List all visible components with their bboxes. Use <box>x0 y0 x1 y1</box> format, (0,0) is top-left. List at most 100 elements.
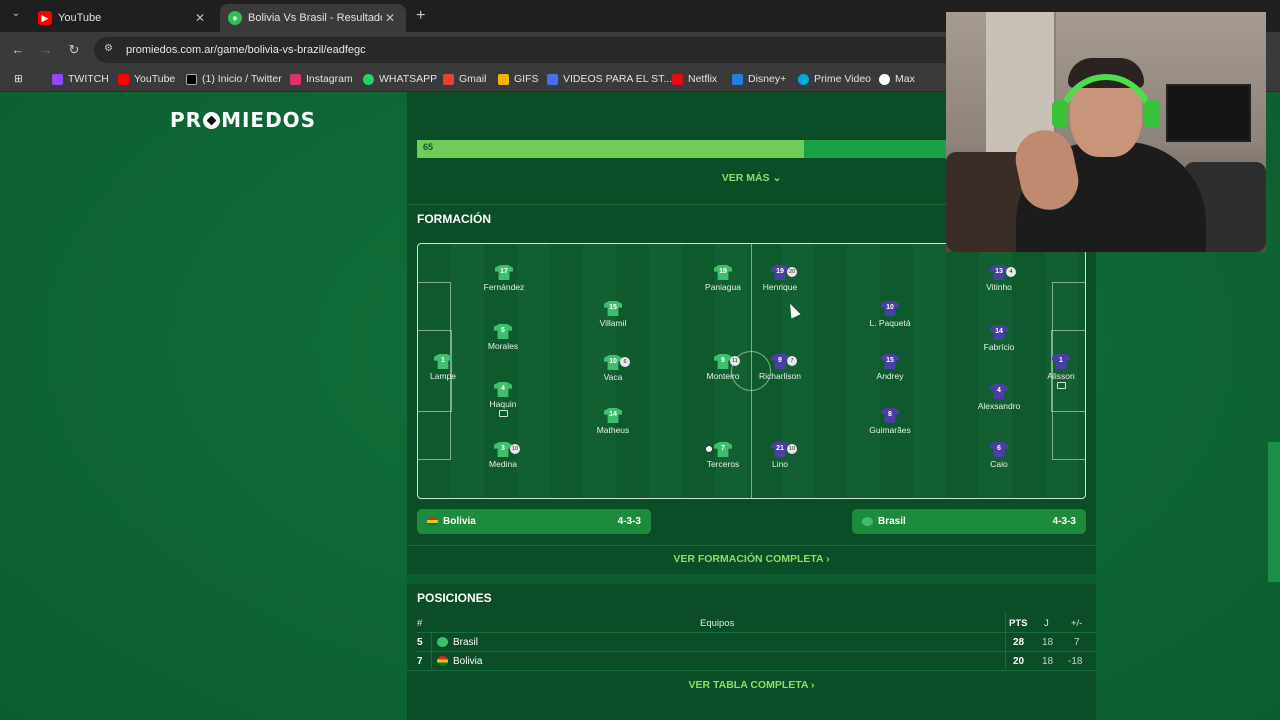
player-bolivia[interactable]: 19 Paniagua <box>693 265 753 292</box>
bookmark-max[interactable]: Max <box>879 73 915 85</box>
substitution-badge: 10 <box>510 444 520 454</box>
promiedos-icon: ● <box>228 11 242 25</box>
jersey-icon: 7 <box>714 442 732 457</box>
substitution-card-icon <box>1056 382 1066 389</box>
bookmark-label: GIFS <box>514 73 539 85</box>
ver-tabla-completa-link[interactable]: VER TABLA COMPLETA › <box>407 679 1096 691</box>
max-icon <box>879 73 890 85</box>
player-bolivia[interactable]: 15 Villamil <box>583 301 643 328</box>
promiedos-logo[interactable]: PR MIEDOS <box>170 108 316 132</box>
brasil-flag-icon <box>437 637 448 647</box>
player-name: Morales <box>487 341 519 351</box>
player-bolivia[interactable]: 5 Morales <box>473 324 533 351</box>
stat-bar-fill <box>417 140 805 158</box>
disney-icon <box>732 73 743 85</box>
bookmark-disney[interactable]: Disney+ <box>732 73 786 85</box>
tab-search-chevron-icon[interactable]: ⌄ <box>8 8 24 24</box>
prime-video-icon <box>798 73 809 85</box>
player-name: Vaca <box>603 372 623 382</box>
col-played: J <box>1044 618 1049 629</box>
ver-formacion-completa-link[interactable]: VER FORMACIÓN COMPLETA › <box>407 553 1096 565</box>
bolivia-formation-pill[interactable]: Bolivia 4-3-3 <box>417 509 651 534</box>
bookmark-label: Gmail <box>459 73 487 85</box>
apps-grid-icon[interactable]: ⊞ <box>14 73 23 85</box>
player-brasil[interactable]: 10 L. Paquetá <box>860 301 920 328</box>
player-name: Fernández <box>483 282 525 292</box>
substitution-badge: 4 <box>1006 267 1016 277</box>
bookmark-videos[interactable]: VIDEOS PARA EL ST... <box>547 73 672 85</box>
site-settings-icon[interactable]: ⚙ <box>104 43 113 54</box>
formation-value: 4-3-3 <box>1052 516 1076 527</box>
jersey-icon: 17 <box>495 265 513 280</box>
stat-bar-value: 65 <box>423 142 434 152</box>
player-name: Alexsandro <box>977 401 1021 411</box>
player-brasil[interactable]: 19 20 Henrique <box>750 265 810 292</box>
reload-icon[interactable]: ↻ <box>66 42 82 58</box>
table-row[interactable]: 5 Brasil 28 18 7 <box>417 632 1096 651</box>
player-name: Villamil <box>599 318 627 328</box>
bookmark-netflix[interactable]: Netflix <box>672 73 717 85</box>
player-brasil[interactable]: 14 Fabrício <box>969 325 1029 352</box>
bookmark-instagram[interactable]: Instagram <box>290 73 353 85</box>
player-name: Lampe <box>430 371 456 381</box>
player-brasil[interactable]: 21 10 Lino <box>750 442 810 469</box>
player-bolivia[interactable]: 7 Terceros <box>693 442 753 469</box>
substitution-badge: 11 <box>730 356 740 366</box>
player-brasil[interactable]: 9 7 Richarlison <box>750 354 810 381</box>
player-bolivia[interactable]: 10 6 Vaca <box>583 355 643 382</box>
player-name: Vitinho <box>986 282 1012 292</box>
new-tab-plus-icon[interactable]: + <box>416 7 425 25</box>
divider <box>407 670 1096 671</box>
scrollbar-thumb[interactable] <box>1268 442 1280 582</box>
bookmark-label: Netflix <box>688 73 718 85</box>
col-rank: # <box>417 618 423 629</box>
whatsapp-icon <box>363 73 374 85</box>
player-brasil[interactable]: 1 Alisson <box>1031 354 1085 389</box>
bolivia-flag-icon <box>437 656 448 666</box>
player-brasil[interactable]: 15 Andrey <box>860 354 920 381</box>
player-bolivia[interactable]: 9 11 Monteiro <box>693 354 753 381</box>
player-bolivia[interactable]: 17 Fernández <box>474 265 534 292</box>
positions-table-header: # Equipos PTS J +/- <box>417 614 1096 632</box>
player-brasil[interactable]: 13 4 Vitinho <box>969 265 1029 292</box>
twitch-icon <box>52 73 63 85</box>
player-brasil[interactable]: 8 Guimarães <box>860 408 920 435</box>
bookmark-gifs[interactable]: GIFS <box>498 73 539 85</box>
table-row[interactable]: 7 Bolivia 20 18 -18 <box>417 651 1096 670</box>
player-bolivia[interactable]: 1 Lampe <box>418 354 473 381</box>
bookmark-twitter[interactable]: (1) Inicio / Twitter <box>186 73 282 85</box>
tab-title: YouTube <box>58 12 102 24</box>
player-name: L. Paquetá <box>869 318 911 328</box>
divider <box>431 632 432 669</box>
brasil-formation-pill[interactable]: Brasil 4-3-3 <box>852 509 1086 534</box>
player-brasil[interactable]: 4 Alexsandro <box>969 384 1029 411</box>
player-name: Alisson <box>1047 371 1075 381</box>
player-name: Haquin <box>489 399 517 409</box>
row-played: 18 <box>1042 637 1054 648</box>
player-bolivia[interactable]: 4 Haquin <box>473 382 533 417</box>
brasil-flag-icon <box>862 517 873 526</box>
player-name: Andrey <box>876 371 904 381</box>
close-tab-icon[interactable]: ✕ <box>382 11 398 25</box>
jersey-icon: 5 <box>494 324 512 339</box>
bookmark-label: Prime Video <box>814 73 872 85</box>
headset-earcup <box>1052 100 1068 128</box>
url-text: promiedos.com.ar/game/bolivia-vs-brazil/… <box>126 44 366 56</box>
bookmark-gmail[interactable]: Gmail <box>443 73 486 85</box>
row-diff: -18 <box>1068 656 1083 667</box>
bookmark-whatsapp[interactable]: WHATSAPP <box>363 73 437 85</box>
bookmark-twitch[interactable]: TWITCH <box>52 73 109 85</box>
forward-arrow-icon[interactable]: → <box>38 42 54 57</box>
tab-promiedos[interactable]: ● Bolivia Vs Brasil - Resultado en ✕ <box>220 4 406 32</box>
gifs-icon <box>498 73 509 85</box>
bolivia-flag-icon <box>427 517 438 526</box>
tab-youtube[interactable]: ▶ YouTube ✕ <box>30 4 216 32</box>
col-team: Equipos <box>700 618 735 629</box>
back-arrow-icon[interactable]: ← <box>10 42 26 57</box>
player-brasil[interactable]: 6 Caio <box>969 442 1029 469</box>
close-tab-icon[interactable]: ✕ <box>192 11 208 25</box>
player-bolivia[interactable]: 14 Matheus <box>583 408 643 435</box>
bookmark-youtube[interactable]: YouTube <box>118 73 175 85</box>
bookmark-prime-video[interactable]: Prime Video <box>798 73 871 85</box>
player-bolivia[interactable]: 3 10 Medina <box>473 442 533 469</box>
